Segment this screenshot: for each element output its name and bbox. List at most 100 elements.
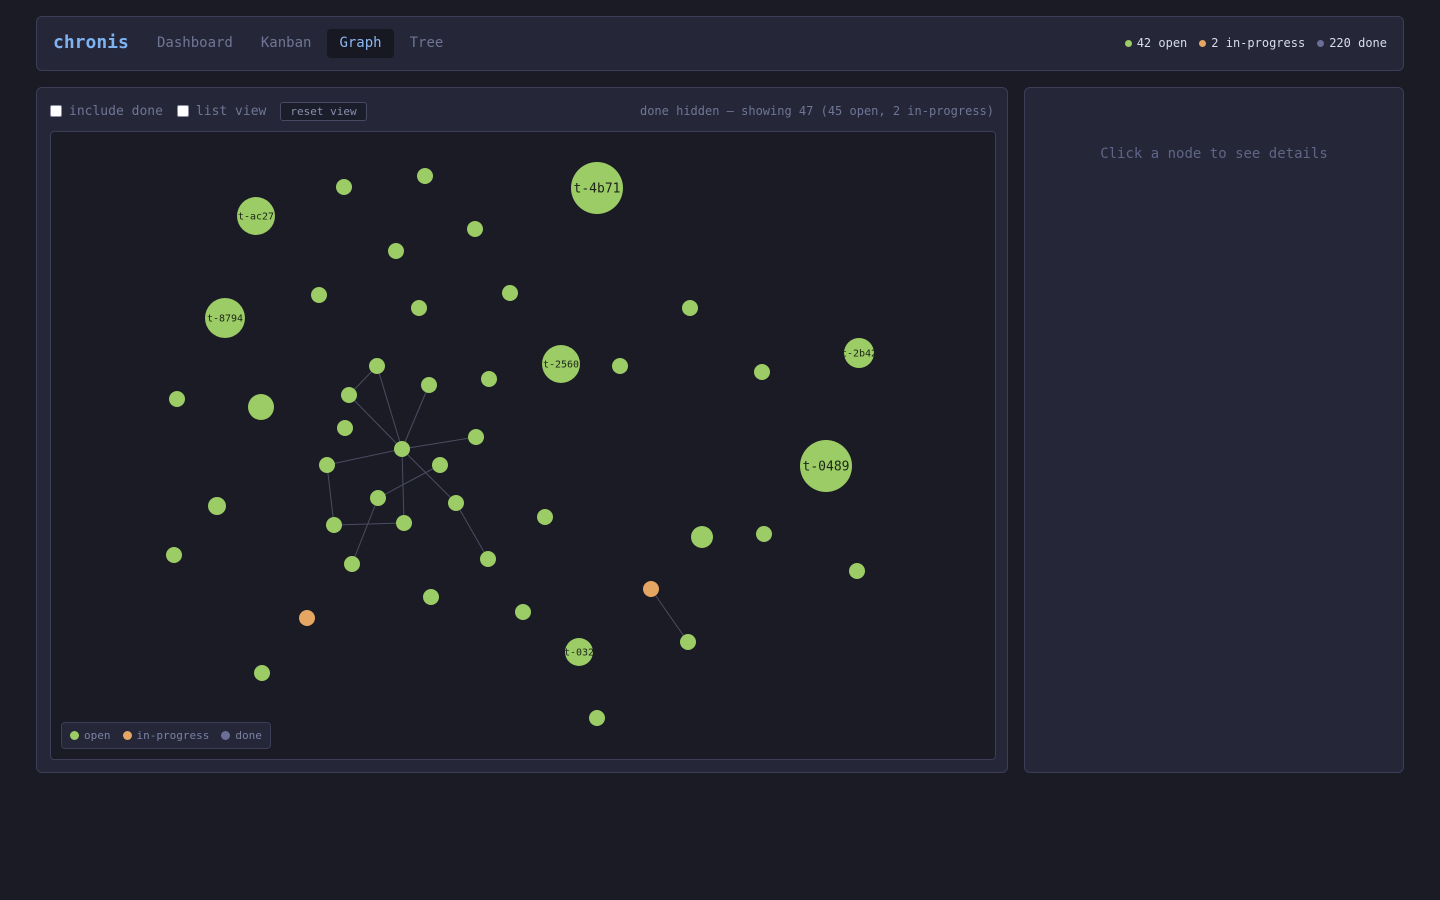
graph-node[interactable]: [169, 391, 185, 407]
graph-legend: open in-progress done: [61, 722, 271, 749]
graph-node-label: t-8794: [207, 314, 243, 325]
legend-done: done: [221, 729, 262, 742]
graph-node-circle[interactable]: [299, 610, 315, 626]
graph-node[interactable]: [166, 547, 182, 563]
edge: [401, 448, 457, 504]
graph-node-labelled[interactable]: t-032: [564, 638, 594, 666]
graph-node[interactable]: [208, 497, 226, 515]
graph-node[interactable]: [849, 563, 865, 579]
graph-canvas[interactable]: t-4b71 t-ac27 t-8794 t-2560 t-2b42 t-0489 t-03…: [50, 131, 996, 760]
graph-node-label: t-2b42: [841, 349, 877, 360]
include-done-box[interactable]: [50, 105, 62, 117]
legend-in-progress: in-progress: [122, 729, 210, 742]
edge: [326, 464, 335, 526]
tab-graph[interactable]: Graph: [327, 29, 394, 58]
stat-done-label: 220 done: [1329, 36, 1387, 50]
graph-svg[interactable]: t-4b71 t-ac27 t-8794 t-2560 t-2b42 t-0489 t-03…: [51, 132, 996, 760]
list-view-box[interactable]: [176, 105, 189, 117]
graph-node-labelled[interactable]: t-8794: [205, 298, 245, 338]
graph-nodes[interactable]: t-4b71 t-ac27 t-8794 t-2560 t-2b42 t-0489 t-03…: [166, 162, 877, 726]
graph-node[interactable]: [396, 515, 412, 531]
graph-node[interactable]: [468, 429, 484, 445]
edge: [333, 522, 405, 526]
edge: [326, 448, 403, 466]
edge: [401, 436, 477, 450]
graph-node[interactable]: [515, 604, 531, 620]
graph-node[interactable]: [417, 168, 433, 184]
graph-node-labelled[interactable]: t-2560: [542, 345, 580, 383]
graph-node-labelled[interactable]: t-0489: [800, 440, 852, 492]
graph-node[interactable]: [589, 710, 605, 726]
legend-open: open: [70, 729, 111, 742]
graph-node[interactable]: [369, 358, 385, 374]
graph-controls: include done list view reset view done h…: [50, 101, 994, 121]
main-nav: Dashboard Kanban Graph Tree: [145, 29, 459, 58]
graph-node[interactable]: [754, 364, 770, 380]
tab-dashboard[interactable]: Dashboard: [145, 29, 245, 58]
graph-node[interactable]: [481, 371, 497, 387]
graph-node-label: t-4b71: [574, 182, 621, 197]
graph-node[interactable]: [691, 526, 713, 548]
list-view-checkbox[interactable]: list view: [176, 103, 267, 119]
stat-open-label: 42 open: [1136, 36, 1188, 50]
graph-node[interactable]: [344, 556, 360, 572]
graph-node[interactable]: [612, 358, 628, 374]
edge: [401, 384, 430, 450]
stat-open: 42 open: [1124, 36, 1188, 50]
graph-node-in-progress[interactable]: [643, 581, 659, 597]
graph-node[interactable]: [254, 665, 270, 681]
tab-kanban[interactable]: Kanban: [249, 29, 324, 58]
graph-node[interactable]: [370, 490, 386, 506]
graph-node[interactable]: [341, 387, 357, 403]
graph-node[interactable]: [756, 526, 772, 542]
graph-node[interactable]: [432, 457, 448, 473]
graph-node[interactable]: [394, 441, 410, 457]
done-dot-icon: [1317, 39, 1325, 47]
open-dot-icon: [1124, 39, 1132, 47]
app-brand[interactable]: chronis: [53, 32, 129, 53]
include-done-label: include done: [69, 103, 163, 119]
graph-node-labelled[interactable]: t-ac27: [237, 197, 275, 235]
graph-node-label: t-0489: [803, 460, 850, 475]
graph-node[interactable]: [311, 287, 327, 303]
graph-node[interactable]: [421, 377, 437, 393]
graph-node[interactable]: [682, 300, 698, 316]
detail-panel: Click a node to see details: [1024, 87, 1404, 773]
include-done-checkbox[interactable]: include done: [50, 104, 163, 119]
graph-node[interactable]: [319, 457, 335, 473]
graph-node-label: t-032: [564, 648, 594, 659]
edge: [650, 588, 689, 643]
graph-node[interactable]: [467, 221, 483, 237]
graph-node[interactable]: [423, 589, 439, 605]
status-stats: 42 open 2 in-progress 220 done: [1124, 36, 1387, 50]
graph-node[interactable]: [248, 394, 274, 420]
graph-node[interactable]: [502, 285, 518, 301]
reset-view-button[interactable]: reset view: [280, 101, 367, 121]
graph-node-labelled[interactable]: t-2b42: [841, 338, 877, 368]
edge: [377, 464, 441, 499]
graph-panel: include done list view reset view done h…: [36, 87, 1008, 773]
graph-node-labelled[interactable]: t-4b71: [571, 162, 623, 214]
stat-in-progress: 2 in-progress: [1199, 36, 1305, 50]
tab-tree[interactable]: Tree: [398, 29, 456, 58]
graph-node[interactable]: [448, 495, 464, 511]
stat-in-progress-label: 2 in-progress: [1211, 36, 1306, 50]
list-view-label: list view: [195, 103, 267, 119]
graph-node-in-progress[interactable]: [299, 610, 315, 626]
graph-node[interactable]: [537, 509, 553, 525]
graph-node[interactable]: [337, 420, 353, 436]
graph-node[interactable]: [480, 551, 496, 567]
graph-node[interactable]: [388, 243, 404, 259]
legend-done-dot-icon: [221, 731, 231, 740]
edge: [401, 448, 405, 524]
stat-done: 220 done: [1317, 36, 1387, 50]
graph-node[interactable]: [411, 300, 427, 316]
graph-node-label: t-2560: [543, 360, 579, 371]
graph-node[interactable]: [680, 634, 696, 650]
top-bar: chronis Dashboard Kanban Graph Tree 42 o…: [36, 16, 1404, 71]
graph-node[interactable]: [336, 179, 352, 195]
edge: [351, 497, 379, 565]
graph-node[interactable]: [326, 517, 342, 533]
graph-node-circle[interactable]: [643, 581, 659, 597]
legend-in-progress-label: in-progress: [136, 729, 210, 742]
